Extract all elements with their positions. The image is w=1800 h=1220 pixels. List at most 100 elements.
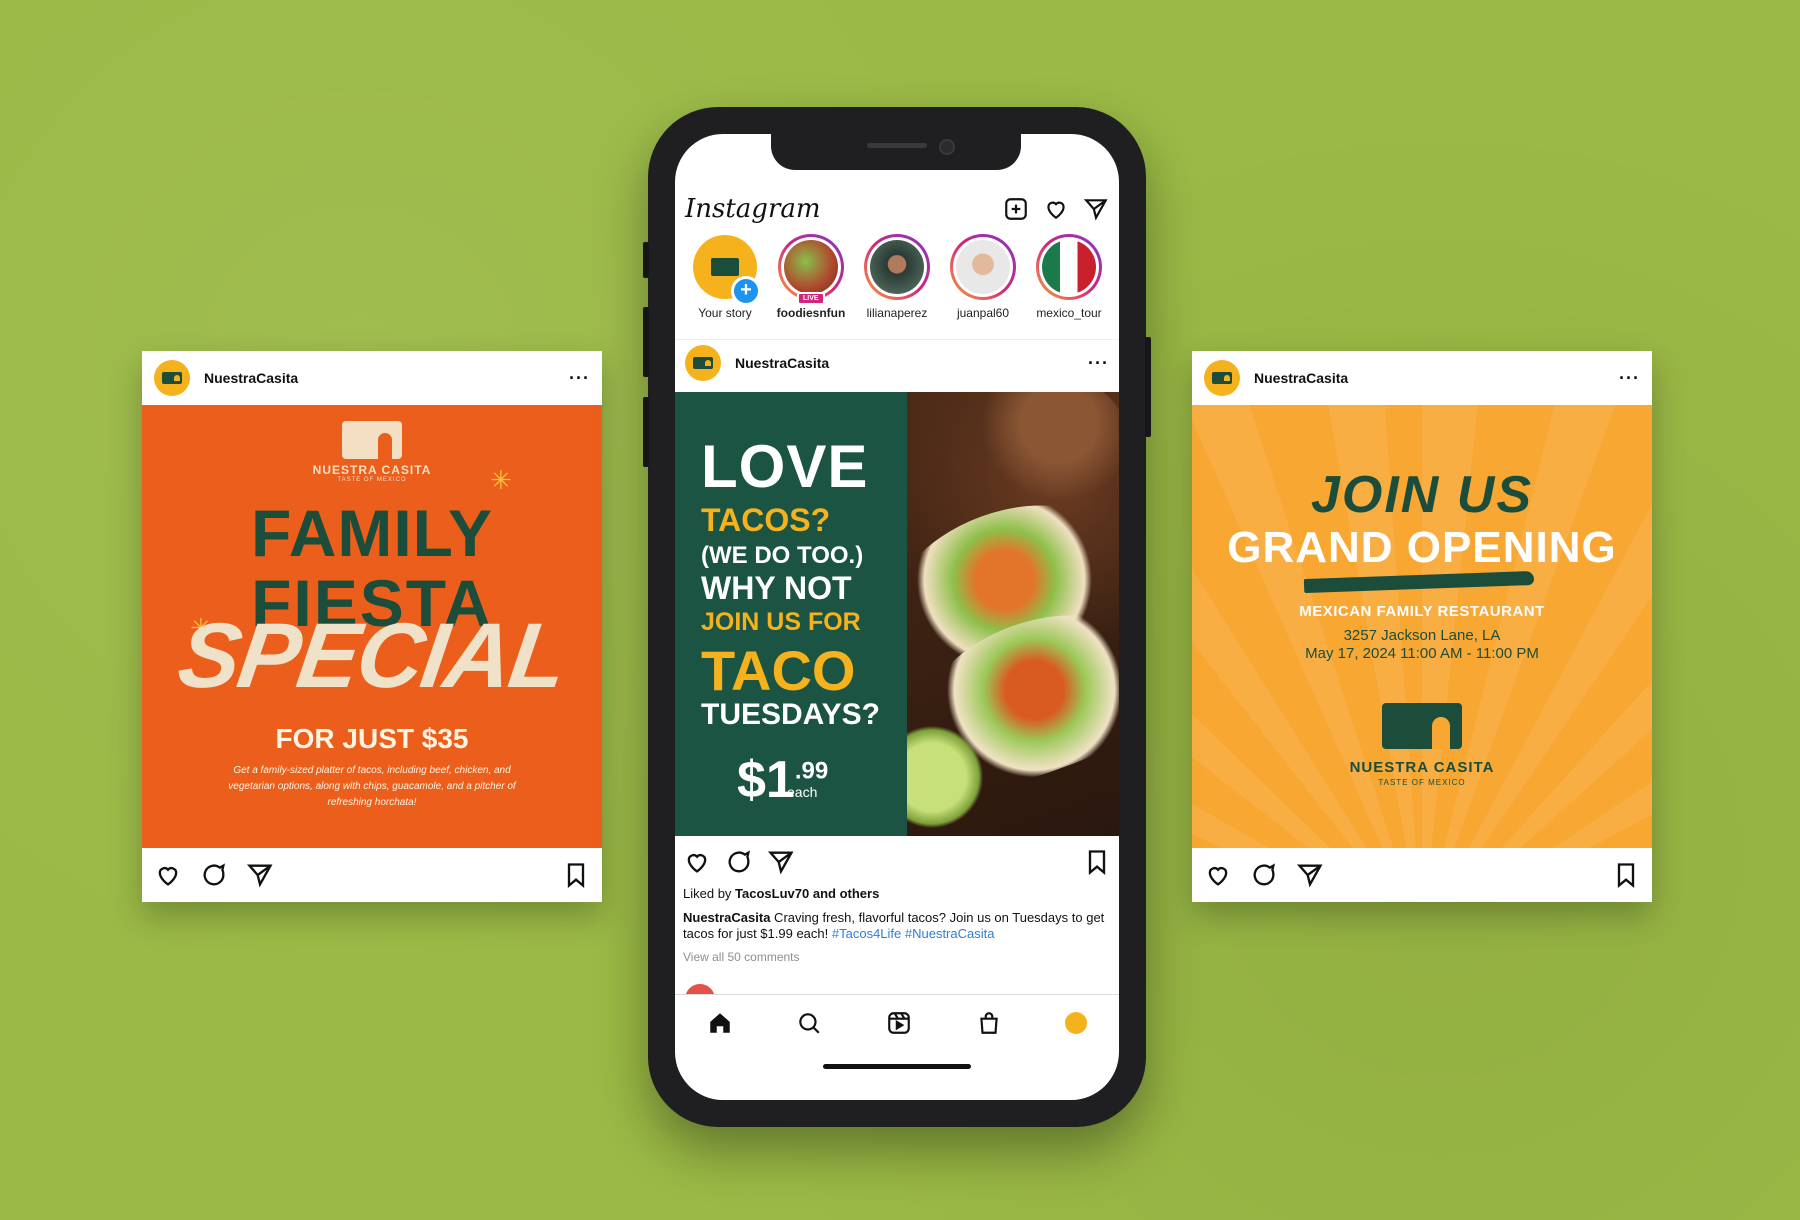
heart-icon[interactable] xyxy=(1204,861,1232,889)
story-mexico-tour[interactable]: mexico_tour xyxy=(1027,234,1111,324)
search-icon[interactable] xyxy=(796,1010,822,1036)
taco-tuesday-graphic: LOVE TACOS? (WE DO TOO.) WHY NOT JOIN US… xyxy=(675,392,907,836)
brand-name: NUESTRA CASITA xyxy=(312,463,432,477)
post-actions xyxy=(1192,848,1652,902)
brand-tagline: TASTE OF MEXICO xyxy=(1378,778,1466,787)
post-header: NuestraCasita ··· xyxy=(1192,351,1652,405)
post-actions xyxy=(675,844,1119,880)
event-datetime: May 17, 2024 11:00 AM - 11:00 PM xyxy=(1305,645,1539,662)
brand-logo: NUESTRA CASITA TASTE OF MEXICO xyxy=(1192,703,1652,787)
bookmark-icon[interactable] xyxy=(1083,848,1111,876)
avatar[interactable] xyxy=(154,360,190,396)
brand-logo: NUESTRA CASITA TASTE OF MEXICO xyxy=(142,421,602,483)
instagram-logo[interactable]: Instagram xyxy=(685,194,989,224)
headline-we-do-too: (WE DO TOO.) xyxy=(701,542,864,569)
comment-icon[interactable] xyxy=(1250,861,1278,889)
headline-special: SPECIAL xyxy=(172,605,572,707)
story-lilianaperez[interactable]: lilianaperez xyxy=(855,234,939,324)
headline-join-us: JOIN US xyxy=(1310,466,1534,524)
headline-love: LOVE xyxy=(701,433,869,500)
share-icon[interactable] xyxy=(767,848,795,876)
story-foodiesnfun[interactable]: LIVE foodiesnfun xyxy=(769,234,853,324)
more-options-icon[interactable]: ··· xyxy=(1619,369,1640,387)
heart-icon[interactable] xyxy=(1043,196,1069,222)
post-username[interactable]: NuestraCasita xyxy=(1254,370,1619,386)
avatar xyxy=(870,240,924,294)
comment-icon[interactable] xyxy=(725,848,753,876)
heart-icon[interactable] xyxy=(154,861,182,889)
liked-by-user[interactable]: TacosLuv70 xyxy=(735,886,809,901)
price: $1.99 xyxy=(737,751,829,809)
story-your-story[interactable]: + Your story xyxy=(683,234,767,324)
hashtags[interactable]: #Tacos4Life #NuestraCasita xyxy=(828,926,995,941)
address: 3257 Jackson Lane, LA xyxy=(1343,627,1501,644)
share-icon[interactable] xyxy=(1296,861,1324,889)
profile-avatar-icon[interactable] xyxy=(1065,1012,1088,1034)
post-username[interactable]: NuestraCasita xyxy=(204,370,569,386)
restaurant-type: MEXICAN FAMILY RESTAURANT xyxy=(1299,603,1545,620)
headline-grand-opening: GRAND OPENING xyxy=(1227,523,1617,572)
taco-photo xyxy=(907,392,1119,836)
stories-row: + Your story LIVE foodiesnfun lilianaper… xyxy=(675,234,1119,324)
avatar xyxy=(784,240,838,294)
bottom-navigation xyxy=(675,994,1119,1051)
phone-screen: Instagram + Your story LIVE foodiesnfun … xyxy=(675,134,1119,1100)
volume-down-button xyxy=(643,397,649,467)
comment-icon[interactable] xyxy=(200,861,228,889)
story-label: foodiesnfun xyxy=(776,306,846,320)
story-label: Your story xyxy=(698,306,752,320)
story-juanpal60[interactable]: juanpal60 xyxy=(941,234,1025,324)
story-label: lilianaperez xyxy=(866,306,928,320)
heart-icon[interactable] xyxy=(683,848,711,876)
live-badge: LIVE xyxy=(797,292,825,305)
post-username[interactable]: NuestraCasita xyxy=(735,355,1088,371)
instagram-header: Instagram xyxy=(675,184,1119,234)
bookmark-icon[interactable] xyxy=(1612,861,1640,889)
brand-name: NUESTRA CASITA xyxy=(1349,759,1495,776)
add-story-icon[interactable]: + xyxy=(731,276,761,306)
caption-username[interactable]: NuestraCasita xyxy=(683,910,770,925)
view-comments-link[interactable]: View all 50 comments xyxy=(683,950,800,964)
offer-description: Get a family-sized platter of tacos, inc… xyxy=(228,765,516,808)
headline-taco: TACO xyxy=(701,639,856,702)
volume-up-button xyxy=(643,307,649,377)
bookmark-icon[interactable] xyxy=(562,861,590,889)
mute-switch xyxy=(643,242,649,278)
event-details: 3257 Jackson Lane, LA May 17, 2024 11:00… xyxy=(1192,627,1652,663)
story-label: mexico_tour xyxy=(1036,306,1102,320)
brand-tagline: TASTE OF MEXICO xyxy=(337,477,407,483)
likes-line: Liked by TacosLuv70 and others xyxy=(683,886,880,901)
shop-icon[interactable] xyxy=(976,1010,1002,1036)
price-each: each xyxy=(787,784,818,800)
avatar xyxy=(1042,240,1096,294)
power-button xyxy=(1145,337,1151,437)
post-image: NUESTRA CASITA TASTE OF MEXICO ✳ ✳ FAMIL… xyxy=(142,405,602,848)
house-logo-icon xyxy=(1382,703,1462,749)
post-caption: NuestraCasita Craving fresh, flavorful t… xyxy=(683,910,1105,941)
avatar[interactable] xyxy=(685,344,721,381)
story-label: juanpal60 xyxy=(956,306,1010,320)
post-header: NuestraCasita ··· xyxy=(675,339,1119,385)
post-actions xyxy=(142,848,602,902)
post-card-grand-opening: NuestraCasita ··· JOIN US GRAND OPENING … xyxy=(1192,351,1652,902)
reels-icon[interactable] xyxy=(886,1010,912,1036)
post-image: JOIN US GRAND OPENING MEXICAN FAMILY RES… xyxy=(1192,405,1652,848)
share-icon[interactable] xyxy=(246,861,274,889)
price-line: FOR JUST $35 xyxy=(275,723,469,754)
more-options-icon[interactable]: ··· xyxy=(1088,354,1109,372)
avatar[interactable] xyxy=(1204,360,1240,396)
post-header: NuestraCasita ··· xyxy=(142,351,602,405)
avatar xyxy=(956,240,1010,294)
notch xyxy=(771,134,1021,170)
home-icon[interactable] xyxy=(707,1010,733,1036)
headline-family: FAMILY xyxy=(251,496,493,570)
new-post-icon[interactable] xyxy=(1003,196,1029,222)
headline-tacos: TACOS? xyxy=(701,502,831,538)
post-image[interactable]: LOVE TACOS? (WE DO TOO.) WHY NOT JOIN US… xyxy=(675,392,1119,836)
headline-why-not: WHY NOT xyxy=(701,570,852,606)
direct-message-icon[interactable] xyxy=(1083,196,1109,222)
house-logo-icon xyxy=(342,421,402,459)
home-indicator[interactable] xyxy=(823,1064,971,1069)
more-options-icon[interactable]: ··· xyxy=(569,369,590,387)
phone-mockup: Instagram + Your story LIVE foodiesnfun … xyxy=(643,107,1151,1127)
